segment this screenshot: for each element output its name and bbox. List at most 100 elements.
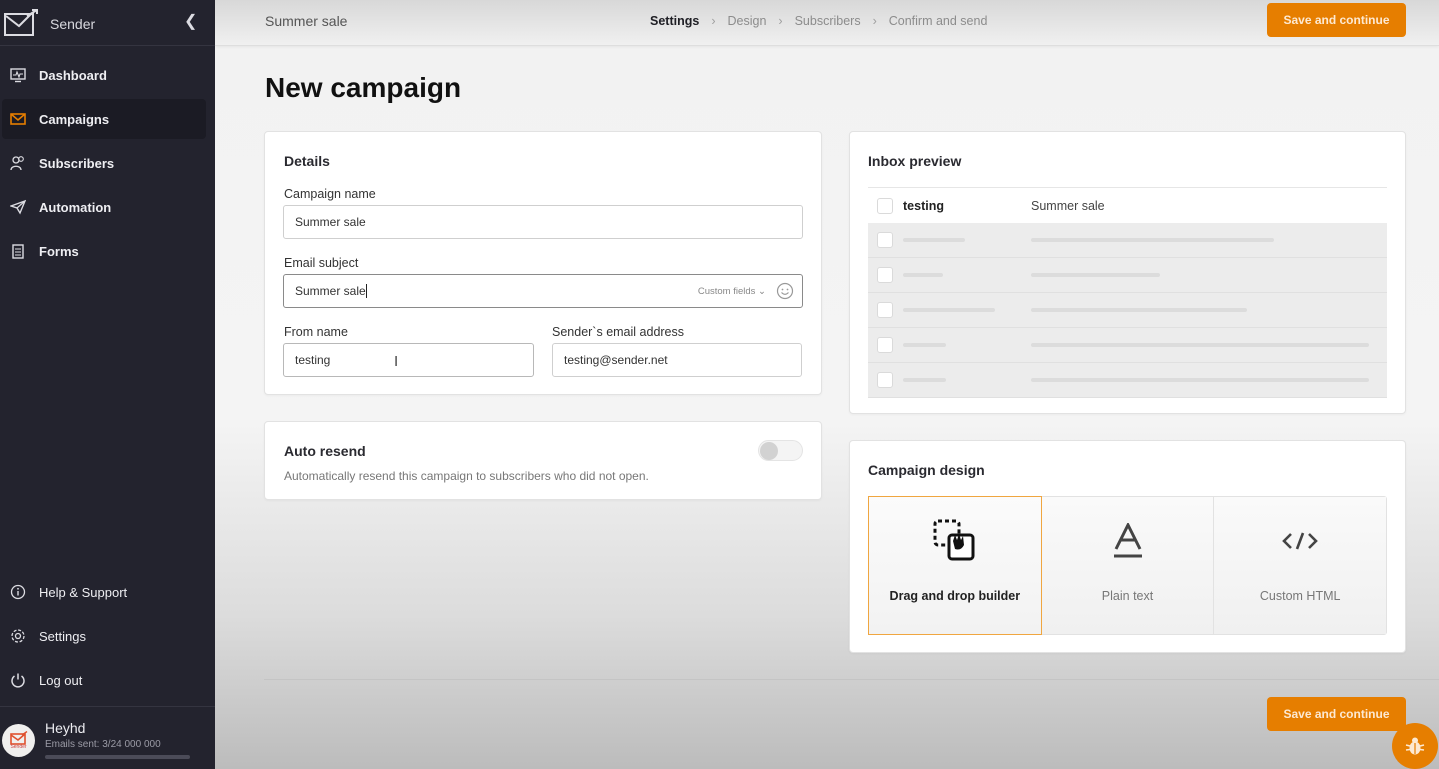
step-separator: › (711, 14, 716, 28)
placeholder-bar (1031, 308, 1247, 312)
sidebar-item-campaigns[interactable]: Campaigns (2, 99, 206, 139)
subscribers-icon (10, 155, 26, 171)
details-card: Details Campaign name Summer sale Email … (264, 131, 822, 395)
row-checkbox[interactable] (877, 232, 893, 248)
from-name-value: testing (295, 353, 331, 367)
user-account[interactable]: Sender Heyhd Emails sent: 3/24 000 000 (0, 706, 215, 769)
footer-divider (264, 679, 1439, 680)
campaign-name-input[interactable]: Summer sale (283, 205, 803, 239)
placeholder-bar (1031, 273, 1160, 277)
sidebar-item-settings[interactable]: Settings (2, 616, 206, 656)
avatar-logo-icon (9, 731, 27, 745)
placeholder-bar (1031, 378, 1369, 382)
text-cursor-icon: I (394, 353, 399, 370)
emails-sent: Emails sent: 3/24 000 000 (45, 739, 161, 750)
email-subject-input[interactable]: Summer sale Custom fields ⌄ (283, 274, 803, 308)
campaign-name-label: Campaign name (284, 187, 376, 201)
placeholder-bar (903, 343, 946, 347)
inbox-subject: Summer sale (1031, 198, 1105, 213)
bug-icon (1405, 737, 1425, 755)
sidebar-item-automation[interactable]: Automation (2, 187, 206, 227)
power-icon (10, 672, 26, 688)
user-name: Heyhd (45, 720, 86, 736)
topbar: Summer sale Settings › Design › Subscrib… (215, 0, 1439, 46)
inbox-preview-list: testing Summer sale (868, 187, 1387, 398)
row-checkbox[interactable] (877, 372, 893, 388)
avatar: Sender (2, 724, 35, 757)
code-icon (1282, 519, 1319, 563)
chevron-left-icon[interactable]: ❮ (184, 11, 197, 31)
step-design[interactable]: Design (727, 14, 766, 28)
sender-email-label: Sender`s email address (552, 325, 685, 339)
design-option-drag-and-drop[interactable]: Drag and drop builder (868, 496, 1042, 635)
row-checkbox[interactable] (877, 337, 893, 353)
sender-email-value: testing@sender.net (564, 353, 668, 367)
placeholder-bar (1031, 343, 1369, 347)
page-title: New campaign (265, 72, 462, 103)
auto-resend-toggle[interactable] (758, 440, 803, 461)
gear-icon (10, 628, 26, 644)
inbox-preview-title: Inbox preview (868, 153, 962, 169)
sidebar-item-label: Automation (39, 199, 112, 215)
dashboard-icon (10, 67, 26, 83)
design-options: Drag and drop builder Plain text Custom … (868, 496, 1387, 635)
from-name-input[interactable]: testing I (283, 343, 534, 377)
sidebar-item-label: Settings (39, 628, 86, 644)
row-checkbox[interactable] (877, 267, 893, 283)
paper-plane-icon (10, 199, 26, 215)
sidebar-nav: Dashboard Campaigns Subscribers Automati… (0, 55, 215, 271)
placeholder-row (868, 363, 1387, 398)
from-name-label: From name (284, 325, 348, 339)
drag-drop-icon (933, 519, 977, 563)
plain-text-icon (1112, 519, 1144, 563)
sidebar-item-label: Subscribers (39, 155, 115, 171)
sidebar-item-forms[interactable]: Forms (2, 231, 206, 271)
brand-name: Sender (50, 16, 96, 32)
sidebar-item-log-out[interactable]: Log out (2, 660, 206, 700)
main-content: Summer sale Settings › Design › Subscrib… (215, 0, 1439, 769)
row-checkbox[interactable] (877, 302, 893, 318)
step-settings[interactable]: Settings (650, 14, 699, 28)
wizard-steps: Settings › Design › Subscribers › Confir… (650, 14, 987, 28)
auto-resend-title: Auto resend (284, 443, 366, 459)
user-info: Heyhd Emails sent: 3/24 000 000 (45, 720, 190, 759)
step-separator: › (778, 14, 783, 28)
placeholder-row (868, 223, 1387, 258)
step-separator: › (872, 14, 877, 28)
sidebar-item-dashboard[interactable]: Dashboard (2, 55, 206, 95)
step-subscribers[interactable]: Subscribers (795, 14, 861, 28)
save-and-continue-button[interactable]: Save and continue (1267, 3, 1406, 37)
auto-resend-card: Auto resend Automatically resend this ca… (264, 421, 822, 500)
sidebar-item-label: Forms (39, 243, 79, 259)
placeholder-bar (903, 238, 965, 242)
placeholder-bar (903, 378, 946, 382)
design-option-plain-text[interactable]: Plain text (1041, 497, 1215, 634)
step-confirm-and-send[interactable]: Confirm and send (889, 14, 988, 28)
email-quota-bar (45, 755, 190, 759)
design-option-custom-html[interactable]: Custom HTML (1214, 497, 1387, 634)
bug-report-button[interactable] (1392, 723, 1438, 769)
sidebar-item-label: Dashboard (39, 67, 107, 83)
sidebar-item-label: Log out (39, 672, 83, 688)
row-checkbox[interactable] (877, 197, 893, 214)
sender-email-input[interactable]: testing@sender.net (552, 343, 802, 377)
save-and-continue-button-footer[interactable]: Save and continue (1267, 697, 1406, 731)
sidebar-item-help-support[interactable]: Help & Support (2, 572, 206, 612)
brand[interactable]: Sender (0, 0, 215, 46)
placeholder-bar (903, 273, 943, 277)
placeholder-row (868, 258, 1387, 293)
sidebar: Sender ❮ Dashboard Campaigns Subscribers (0, 0, 215, 769)
campaign-name-value: Summer sale (295, 215, 366, 229)
email-subject-label: Email subject (284, 256, 359, 270)
inbox-preview-row: testing Summer sale (868, 188, 1387, 223)
sidebar-item-label: Campaigns (39, 111, 110, 127)
auto-resend-description: Automatically resend this campaign to su… (284, 469, 649, 483)
sidebar-item-subscribers[interactable]: Subscribers (2, 143, 206, 183)
emoji-icon[interactable] (776, 282, 794, 300)
campaign-design-title: Campaign design (868, 462, 985, 478)
placeholder-row (868, 328, 1387, 363)
design-option-label: Drag and drop builder (889, 589, 1021, 603)
avatar-label: Sender (10, 744, 27, 750)
design-option-label: Custom HTML (1259, 589, 1341, 603)
custom-fields-dropdown[interactable]: Custom fields ⌄ (698, 286, 766, 297)
